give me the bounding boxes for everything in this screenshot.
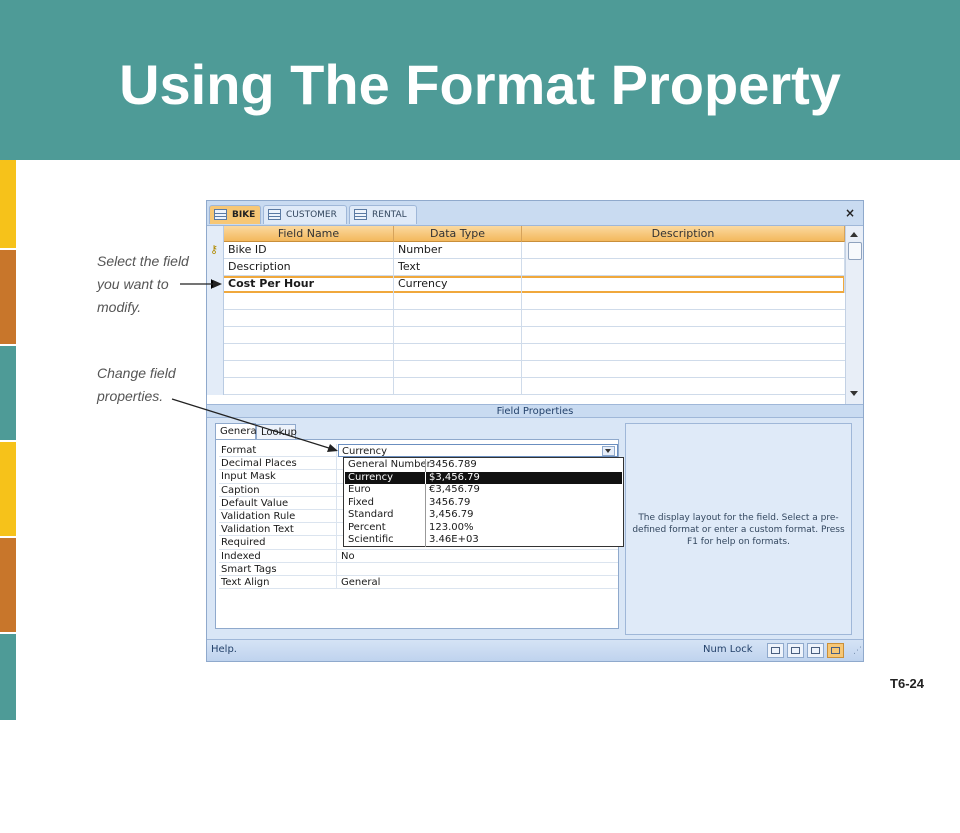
- property-value[interactable]: No: [338, 550, 618, 563]
- status-bar: Help. Num Lock ⋰: [207, 639, 863, 661]
- property-name: Format: [219, 444, 337, 457]
- tab-customer-label: CUSTOMER: [286, 210, 337, 220]
- row-selector[interactable]: [207, 276, 224, 293]
- current-row-arrow-icon: [211, 279, 218, 289]
- datasheet-view-icon[interactable]: [767, 643, 784, 658]
- scroll-thumb[interactable]: [848, 242, 862, 260]
- chevron-down-icon[interactable]: [602, 446, 615, 456]
- table-icon: [214, 209, 227, 220]
- property-row[interactable]: Text Align General: [219, 576, 618, 590]
- format-option-selected[interactable]: Currency $3,456.79: [345, 471, 622, 484]
- slide-header: Using The Format Property: [0, 0, 960, 160]
- status-help-text: Help.: [211, 644, 237, 655]
- property-name: Validation Text: [219, 523, 337, 537]
- description-cell[interactable]: [522, 242, 845, 259]
- data-type-cell[interactable]: Currency: [394, 276, 522, 293]
- table-row[interactable]: Description Text: [207, 259, 845, 276]
- tab-rental[interactable]: RENTAL: [349, 205, 417, 224]
- property-name: Indexed: [219, 549, 337, 563]
- property-name: Text Align: [219, 576, 337, 589]
- row-selector[interactable]: ⚷: [207, 242, 224, 259]
- primary-key-icon: ⚷: [210, 243, 219, 256]
- tab-bike-label: BIKE: [232, 210, 256, 220]
- format-option[interactable]: Standard 3,456.79: [345, 509, 622, 522]
- table-row-selected[interactable]: Cost Per Hour Currency: [207, 276, 845, 293]
- empty-row[interactable]: [207, 361, 845, 378]
- property-row[interactable]: Smart Tags: [219, 562, 618, 576]
- property-help-panel: The display layout for the field. Select…: [625, 423, 852, 635]
- field-properties-label: Field Properties: [207, 404, 863, 418]
- format-combo[interactable]: Currency: [338, 444, 618, 457]
- data-type-cell[interactable]: Number: [394, 242, 522, 259]
- format-option[interactable]: Percent 123.00%: [345, 521, 622, 534]
- field-name-cell[interactable]: Cost Per Hour: [224, 276, 394, 293]
- property-name: Smart Tags: [219, 562, 337, 576]
- tab-lookup[interactable]: Lookup: [256, 424, 297, 440]
- status-num-lock: Num Lock: [703, 644, 753, 655]
- tab-general[interactable]: General: [215, 423, 259, 440]
- property-name: Caption: [219, 483, 337, 497]
- resize-grip-icon[interactable]: ⋰: [853, 646, 862, 656]
- empty-row[interactable]: [207, 327, 845, 344]
- table-icon: [354, 209, 367, 220]
- table-icon: [268, 209, 281, 220]
- property-help-text: The display layout for the field. Select…: [632, 513, 845, 547]
- format-option[interactable]: Scientific 3.46E+03: [345, 534, 622, 547]
- property-name: Decimal Places: [219, 457, 337, 471]
- property-value[interactable]: General: [338, 576, 618, 589]
- grid-vertical-scrollbar[interactable]: [845, 226, 863, 404]
- pivotchart-view-icon[interactable]: [807, 643, 824, 658]
- slide-title: Using The Format Property: [119, 53, 841, 116]
- annotation-change-properties: Change field properties.: [97, 365, 176, 404]
- format-option[interactable]: Fixed 3456.79: [345, 496, 622, 509]
- table-row[interactable]: ⚷ Bike ID Number: [207, 242, 845, 259]
- property-name: Input Mask: [219, 470, 337, 484]
- scroll-down-icon[interactable]: [850, 391, 858, 396]
- column-header-description[interactable]: Description: [522, 226, 845, 242]
- column-header-field-name[interactable]: Field Name: [224, 226, 394, 242]
- property-name: Validation Rule: [219, 510, 337, 523]
- empty-row[interactable]: [207, 310, 845, 327]
- property-row-format[interactable]: Format Currency: [219, 444, 618, 458]
- design-view-icon[interactable]: [827, 643, 844, 658]
- format-dropdown-list: General Number 3456.789 Currency $3,456.79…: [343, 457, 624, 547]
- property-name: Default Value: [219, 496, 337, 510]
- select-all-corner[interactable]: [207, 226, 224, 242]
- description-cell[interactable]: [522, 276, 845, 293]
- column-header-data-type[interactable]: Data Type: [394, 226, 522, 242]
- property-row[interactable]: Indexed No: [219, 549, 618, 563]
- field-name-cell[interactable]: Bike ID: [224, 242, 394, 259]
- scroll-up-icon[interactable]: [850, 232, 858, 237]
- format-option[interactable]: General Number 3456.789: [345, 459, 622, 472]
- description-cell[interactable]: [522, 259, 845, 276]
- empty-row[interactable]: [207, 293, 845, 310]
- field-name-cell[interactable]: Description: [224, 259, 394, 276]
- tab-customer[interactable]: CUSTOMER: [263, 205, 347, 224]
- row-selector[interactable]: [207, 259, 224, 276]
- document-tab-bar: BIKE CUSTOMER RENTAL ×: [207, 201, 863, 226]
- format-value: Currency: [342, 446, 388, 457]
- field-design-grid: Field Name Data Type Description ⚷ Bike …: [207, 226, 863, 404]
- empty-row[interactable]: [207, 344, 845, 361]
- data-type-cell[interactable]: Text: [394, 259, 522, 276]
- grid-header: Field Name Data Type Description: [207, 226, 845, 242]
- field-properties-panel: General Lookup Format Currency Decimal P…: [215, 423, 624, 833]
- tab-rental-label: RENTAL: [372, 210, 407, 220]
- annotation-select-field: Select the field you want to modify.: [97, 253, 189, 315]
- property-value[interactable]: [338, 563, 618, 576]
- pivottable-view-icon[interactable]: [787, 643, 804, 658]
- property-name: Required: [219, 536, 337, 550]
- format-option[interactable]: Euro €3,456.79: [345, 484, 622, 497]
- access-table-design-window: BIKE CUSTOMER RENTAL × Field Name Data T…: [206, 200, 864, 662]
- empty-row[interactable]: [207, 378, 845, 395]
- close-icon[interactable]: ×: [845, 206, 855, 220]
- tab-bike[interactable]: BIKE: [209, 205, 261, 224]
- slide-number: T6-24: [890, 676, 924, 691]
